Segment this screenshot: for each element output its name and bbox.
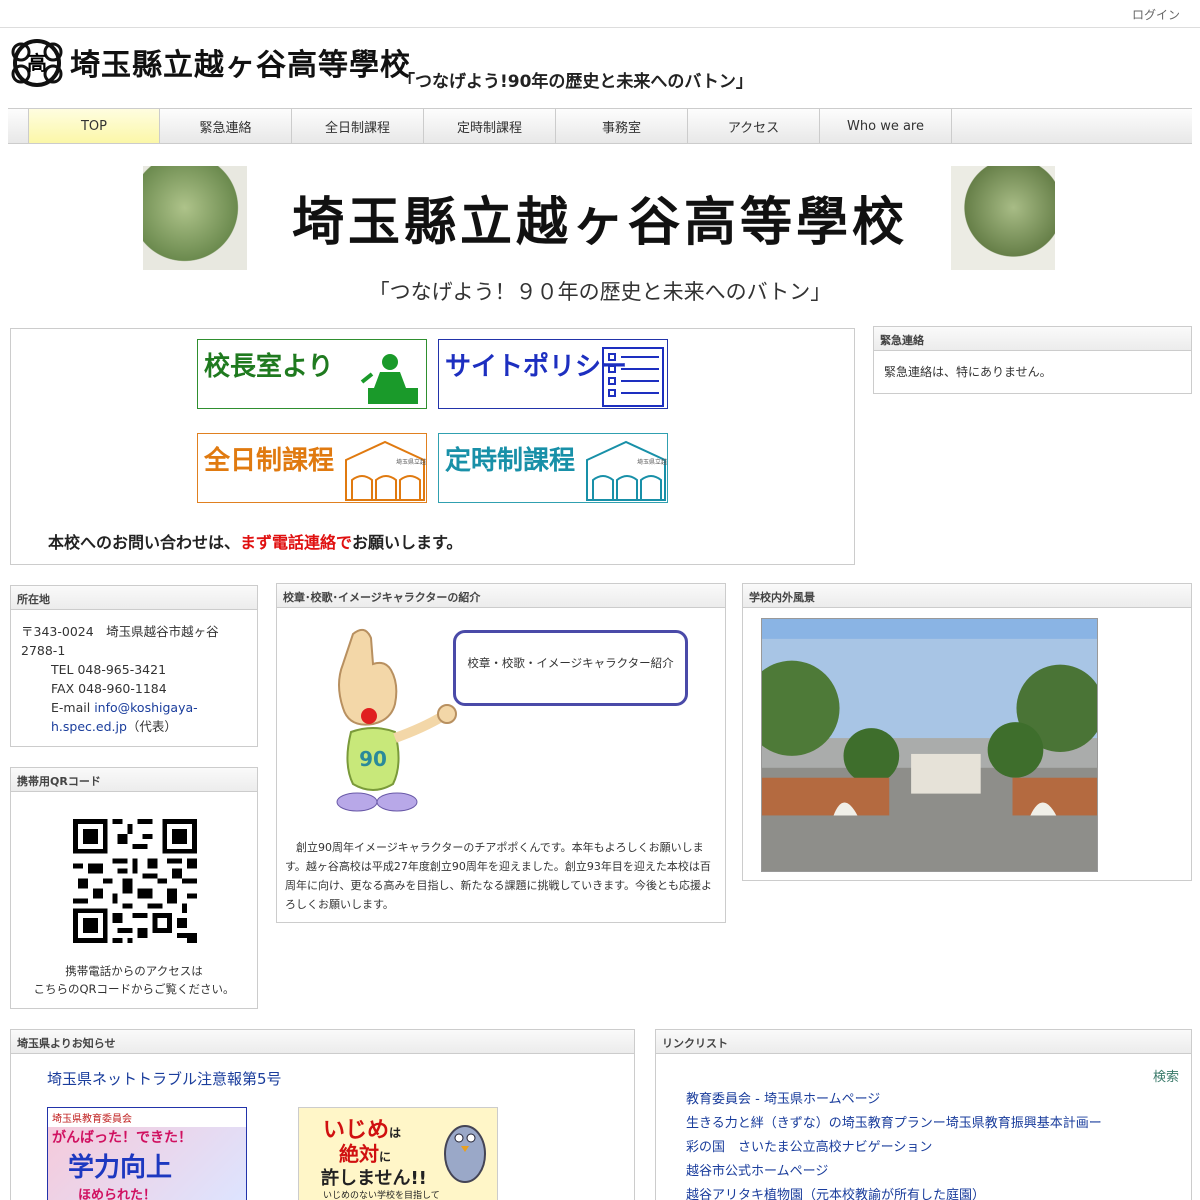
main-links-panel: 校長室より サイトポリシー 全日制課程 埼玉県立越ヶ谷: [10, 328, 855, 565]
prefecture-news-panel: 埼玉県よりお知らせ 埼玉県ネットトラブル注意報第5号 埼玉県教育委員会 がんばっ…: [10, 1029, 635, 1200]
fulltime-building-label: 埼玉県立越ヶ谷: [396, 458, 426, 466]
emergency-message: 緊急連絡は、特にありません。: [884, 365, 1052, 379]
parttime-building-label: 埼玉県立越ヶ谷: [637, 458, 667, 466]
nav-emergency[interactable]: 緊急連絡: [160, 109, 292, 143]
school-building-icon: 埼玉県立越ヶ谷: [345, 440, 426, 501]
anti-bullying-text-4: に: [379, 1150, 392, 1164]
fax-number: FAX 048-960-1184: [51, 681, 167, 696]
school-emblem-icon: 高: [11, 39, 63, 87]
banner-caption: 「つなげよう！９０年の歴史と未来へのバトン」: [368, 280, 832, 304]
emergency-panel-title: 緊急連絡: [874, 327, 1191, 351]
nav-who-we-are[interactable]: Who we are: [820, 109, 952, 143]
contact-notice: 本校へのお問い合わせは、まず電話連絡でお願いします。: [48, 529, 462, 553]
scenery-panel: 学校内外風景: [742, 583, 1192, 881]
contact-notice-end: お願いします。: [352, 533, 463, 552]
address-panel-title: 所在地: [11, 586, 257, 610]
top-bar: ログイン: [0, 0, 1200, 28]
parttime-course-label: 定時制課程: [445, 446, 576, 476]
link-list-title: リンクリスト: [656, 1030, 1191, 1054]
email-suffix: （代表）: [126, 719, 177, 734]
anti-bullying-text-5: 許しません!!: [321, 1168, 427, 1189]
character-speech-bubble[interactable]: 校章・校歌・イメージキャラクター紹介: [453, 630, 688, 706]
poster-org-label: 埼玉県教育委員会: [48, 1108, 246, 1127]
scenery-panel-title: 学校内外風景: [743, 584, 1191, 608]
checklist-icon: [602, 347, 664, 407]
main-nav: TOP 緊急連絡 全日制課程 定時制課程 事務室 アクセス Who we are: [8, 108, 1192, 144]
link-board-of-education[interactable]: 教育委員会 - 埼玉県ホームページ: [686, 1092, 880, 1107]
link-education-plan[interactable]: 生きる力と絆（きずな）の埼玉教育プランー埼玉県教育振興基本計画ー: [686, 1116, 1102, 1131]
poster-headline: 学力向上: [68, 1153, 173, 1183]
principal-office-button[interactable]: 校長室より: [197, 339, 427, 409]
school-building-icon: 埼玉県立越ヶ谷: [586, 440, 667, 501]
site-policy-label: サイトポリシー: [445, 352, 628, 382]
contact-notice-highlight: まず電話連絡で: [240, 533, 353, 552]
link-koshigaya-city[interactable]: 越谷市公式ホームページ: [686, 1164, 828, 1179]
address-panel: 所在地 〒343-0024 埼玉県越谷市越ヶ谷2788-1 TEL 048-96…: [10, 585, 258, 747]
header-banner: 埼玉縣立越ヶ谷高等學校: [143, 166, 1055, 270]
mascot-bird-icon: [444, 1125, 486, 1183]
emergency-panel: 緊急連絡 緊急連絡は、特にありません。: [873, 326, 1192, 394]
net-trouble-alert-link[interactable]: 埼玉県ネットトラブル注意報第5号: [47, 1068, 282, 1089]
site-policy-button[interactable]: サイトポリシー: [438, 339, 668, 409]
anti-bullying-text-6: いじめのない学校を目指して: [323, 1191, 440, 1200]
nav-top[interactable]: TOP: [28, 109, 160, 143]
speaker-podium-icon: [360, 354, 418, 404]
banner-garden-image-left: [143, 166, 247, 270]
poster-line-1: がんばった！できた！: [52, 1130, 192, 1146]
banner-title: 埼玉縣立越ヶ谷高等學校: [291, 192, 908, 253]
character-panel-title: 校章･校歌･イメージキャラクターの紹介: [277, 584, 725, 608]
nav-parttime[interactable]: 定時制課程: [424, 109, 556, 143]
qr-panel: 携帯用QRコード 携帯電話からのアクセスは こちらのQRコードからご覧ください。: [10, 767, 258, 1009]
link-aritaki-garden[interactable]: 越谷アリタキ植物園（元本校教諭が所有した庭園）: [686, 1188, 985, 1200]
login-link[interactable]: ログイン: [1132, 6, 1180, 23]
svg-text:高: 高: [27, 51, 47, 75]
school-name-logo: 埼玉縣立越ヶ谷高等學校: [70, 48, 411, 83]
link-list-panel: リンクリスト 検索 教育委員会 - 埼玉県ホームページ 生きる力と絆（きずな）の…: [655, 1029, 1192, 1200]
anti-bullying-poster[interactable]: いじめは 絶対に 許しません!! いじめのない学校を目指して: [298, 1107, 498, 1200]
nav-access[interactable]: アクセス: [688, 109, 820, 143]
link-high-school-navigation[interactable]: 彩の国 さいたま公立高校ナビゲーション: [686, 1140, 932, 1155]
school-gate-photo[interactable]: [761, 618, 1098, 872]
fulltime-course-button[interactable]: 全日制課程 埼玉県立越ヶ谷: [197, 433, 427, 503]
mascot-character-image[interactable]: 90: [313, 624, 463, 814]
anti-bullying-text-3: 絶対: [339, 1142, 379, 1166]
mascot-shirt-number: 90: [359, 747, 387, 771]
phone-number: TEL 048-965-3421: [51, 662, 167, 677]
nav-fulltime[interactable]: 全日制課程: [292, 109, 424, 143]
header-slogan: 「つなげよう!90年の歴史と未来へのバトン」: [398, 72, 753, 92]
principal-office-label: 校長室より: [204, 352, 334, 382]
qr-caption-line-1: 携帯電話からのアクセスは: [65, 964, 203, 978]
qr-code-image: [73, 818, 197, 944]
qr-caption-line-2: こちらのQRコードからご覧ください。: [33, 982, 235, 996]
search-link[interactable]: 検索: [1153, 1066, 1179, 1085]
banner-garden-image-right: [951, 166, 1055, 270]
prefecture-news-title: 埼玉県よりお知らせ: [11, 1030, 634, 1054]
email-label: E-mail: [51, 700, 91, 715]
fulltime-course-label: 全日制課程: [204, 446, 335, 476]
character-description: 創立90周年イメージキャラクターのチアポポくんです。本年もよろしくお願いします。…: [285, 841, 713, 911]
qr-panel-title: 携帯用QRコード: [11, 768, 257, 792]
contact-notice-start: 本校へのお問い合わせは、: [48, 533, 241, 552]
poster-line-2: ほめられた！: [78, 1188, 157, 1200]
nav-office[interactable]: 事務室: [556, 109, 688, 143]
academic-improvement-poster[interactable]: 埼玉県教育委員会 がんばった！できた！ 学力向上 ほめられた！: [47, 1107, 247, 1200]
parttime-course-button[interactable]: 定時制課程 埼玉県立越ヶ谷: [438, 433, 668, 503]
character-panel: 校章･校歌･イメージキャラクターの紹介 90 校章・校歌・イメージキャラクター紹…: [276, 583, 726, 923]
postal-address: 〒343-0024 埼玉県越谷市越ヶ谷2788-1: [21, 624, 219, 658]
